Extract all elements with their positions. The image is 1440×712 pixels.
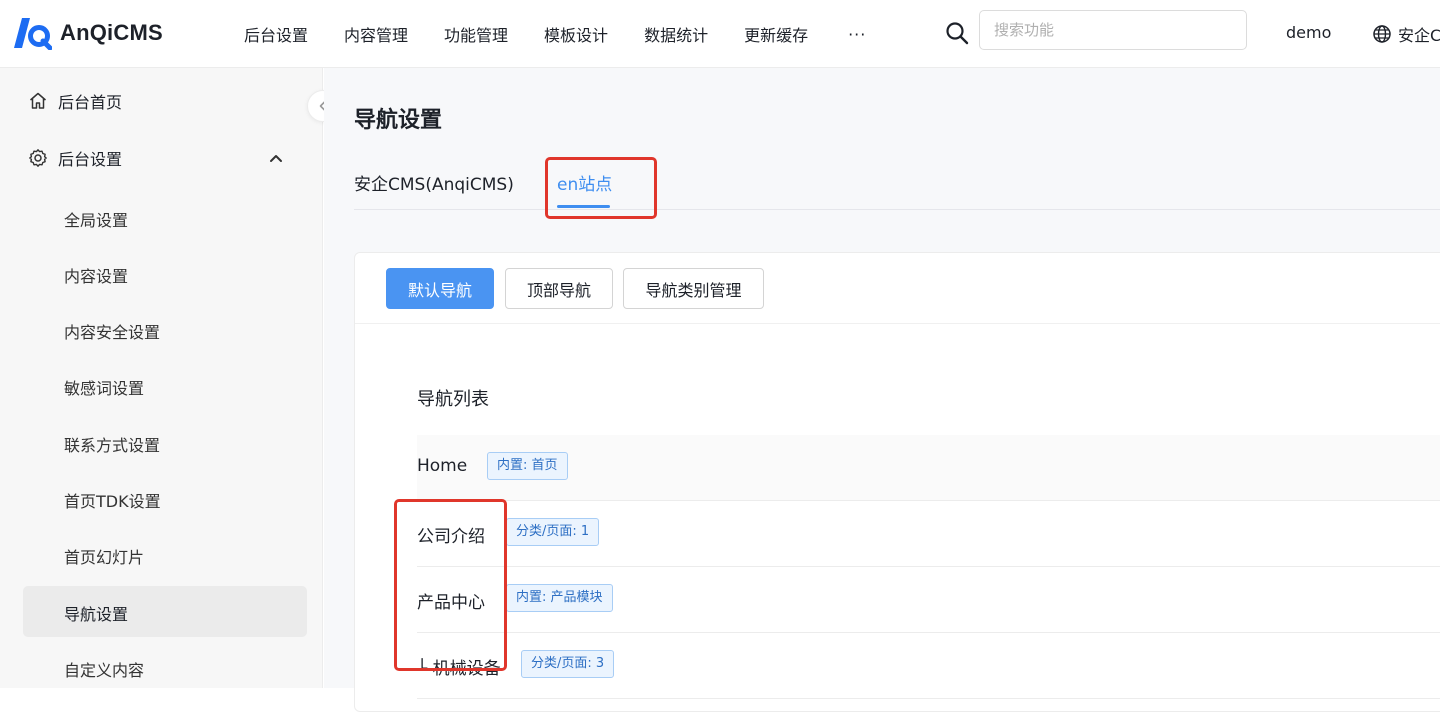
top-nav: 后台设置 内容管理 功能管理 模板设计 数据统计 更新缓存 ···: [226, 0, 880, 68]
topnav-more-button[interactable]: ···: [826, 25, 880, 44]
nav-item-name: Home: [417, 456, 468, 476]
nav-item-name: 产品中心: [417, 593, 485, 613]
nav-item-type-badge: 内置: 首页: [487, 452, 568, 480]
sidebar-item-settings[interactable]: 后台设置: [28, 146, 122, 170]
nav-item-type-badge: 分类/页面: 3: [521, 650, 615, 678]
sidebar-item-custom-content[interactable]: 自定义内容: [64, 657, 144, 681]
table-row[interactable]: └ 机械设备 分类/页面: 3: [417, 633, 1440, 699]
nav-item-name: 公司介绍: [417, 527, 485, 547]
gear-icon: [29, 149, 47, 167]
table-row[interactable]: Home 内置: 首页: [417, 435, 1440, 501]
sidebar: 后台首页 后台设置 全局设置 内容设置 内容安全设置 敏感词设置 联系方式设置 …: [0, 68, 323, 688]
table-row[interactable]: 产品中心 内置: 产品模块: [417, 567, 1440, 633]
sidebar-item-navigation[interactable]: 导航设置: [64, 601, 128, 625]
sidebar-item-content-settings[interactable]: 内容设置: [64, 263, 128, 287]
topnav-item-update-cache[interactable]: 更新缓存: [726, 22, 826, 46]
navigation-card: 默认导航 顶部导航 导航类别管理 导航列表 Home 内置: 首页 公司介绍 分…: [354, 252, 1440, 712]
globe-icon: [1373, 25, 1391, 43]
sidebar-item-label: 后台设置: [58, 150, 123, 169]
sidebar-item-global-settings[interactable]: 全局设置: [64, 207, 128, 231]
site-tabs: 安企CMS(AnqiCMS) en站点: [354, 154, 1440, 210]
topnav-item-templates[interactable]: 模板设计: [526, 22, 626, 46]
nav-list-title: 导航列表: [417, 389, 489, 410]
top-bar: AnQiCMS 后台设置 内容管理 功能管理 模板设计 数据统计 更新缓存 ··…: [0, 0, 1440, 68]
sidebar-item-sensitive-words[interactable]: 敏感词设置: [64, 375, 144, 399]
nav-item-name: └ 机械设备: [417, 659, 501, 679]
tab-default-nav[interactable]: 默认导航: [386, 268, 494, 309]
active-tab-indicator: [557, 205, 610, 208]
nav-item-type-badge: 分类/页面: 1: [506, 518, 600, 546]
tab-site-anqicms[interactable]: 安企CMS(AnqiCMS): [354, 170, 514, 195]
sidebar-item-contact-settings[interactable]: 联系方式设置: [64, 432, 160, 456]
site-switcher-label: 安企C: [1398, 26, 1440, 45]
topnav-item-backend-settings[interactable]: 后台设置: [226, 22, 326, 46]
anqicms-logo-icon: [14, 18, 52, 50]
site-switcher[interactable]: 安企C: [1372, 22, 1440, 46]
tab-top-nav[interactable]: 顶部导航: [505, 268, 613, 309]
tab-site-en[interactable]: en站点: [557, 170, 612, 195]
topnav-item-statistics[interactable]: 数据统计: [626, 22, 726, 46]
sidebar-item-home-slides[interactable]: 首页幻灯片: [64, 544, 144, 568]
tab-nav-category-manage[interactable]: 导航类别管理: [623, 268, 764, 309]
search-input[interactable]: [979, 10, 1247, 50]
sidebar-item-label: 后台首页: [58, 93, 123, 112]
topnav-item-content[interactable]: 内容管理: [326, 22, 426, 46]
search-icon[interactable]: [944, 20, 970, 46]
user-name[interactable]: demo: [1286, 23, 1331, 42]
sidebar-item-home-tdk[interactable]: 首页TDK设置: [64, 488, 161, 512]
chevron-up-icon[interactable]: [266, 148, 286, 168]
page-title: 导航设置: [354, 108, 443, 133]
topnav-item-functions[interactable]: 功能管理: [426, 22, 526, 46]
table-row[interactable]: 公司介绍 分类/页面: 1: [417, 501, 1440, 567]
app-logo[interactable]: AnQiCMS: [14, 16, 163, 50]
sidebar-item-home[interactable]: 后台首页: [28, 89, 122, 113]
sidebar-item-content-security[interactable]: 内容安全设置: [64, 319, 160, 343]
home-icon: [30, 92, 46, 109]
nav-type-tabs: 默认导航 顶部导航 导航类别管理: [355, 253, 1440, 324]
app-name: AnQiCMS: [60, 20, 163, 45]
nav-item-type-badge: 内置: 产品模块: [506, 584, 613, 612]
main-content: 导航设置 安企CMS(AnqiCMS) en站点 默认导航 顶部导航 导航类别管…: [324, 68, 1440, 712]
